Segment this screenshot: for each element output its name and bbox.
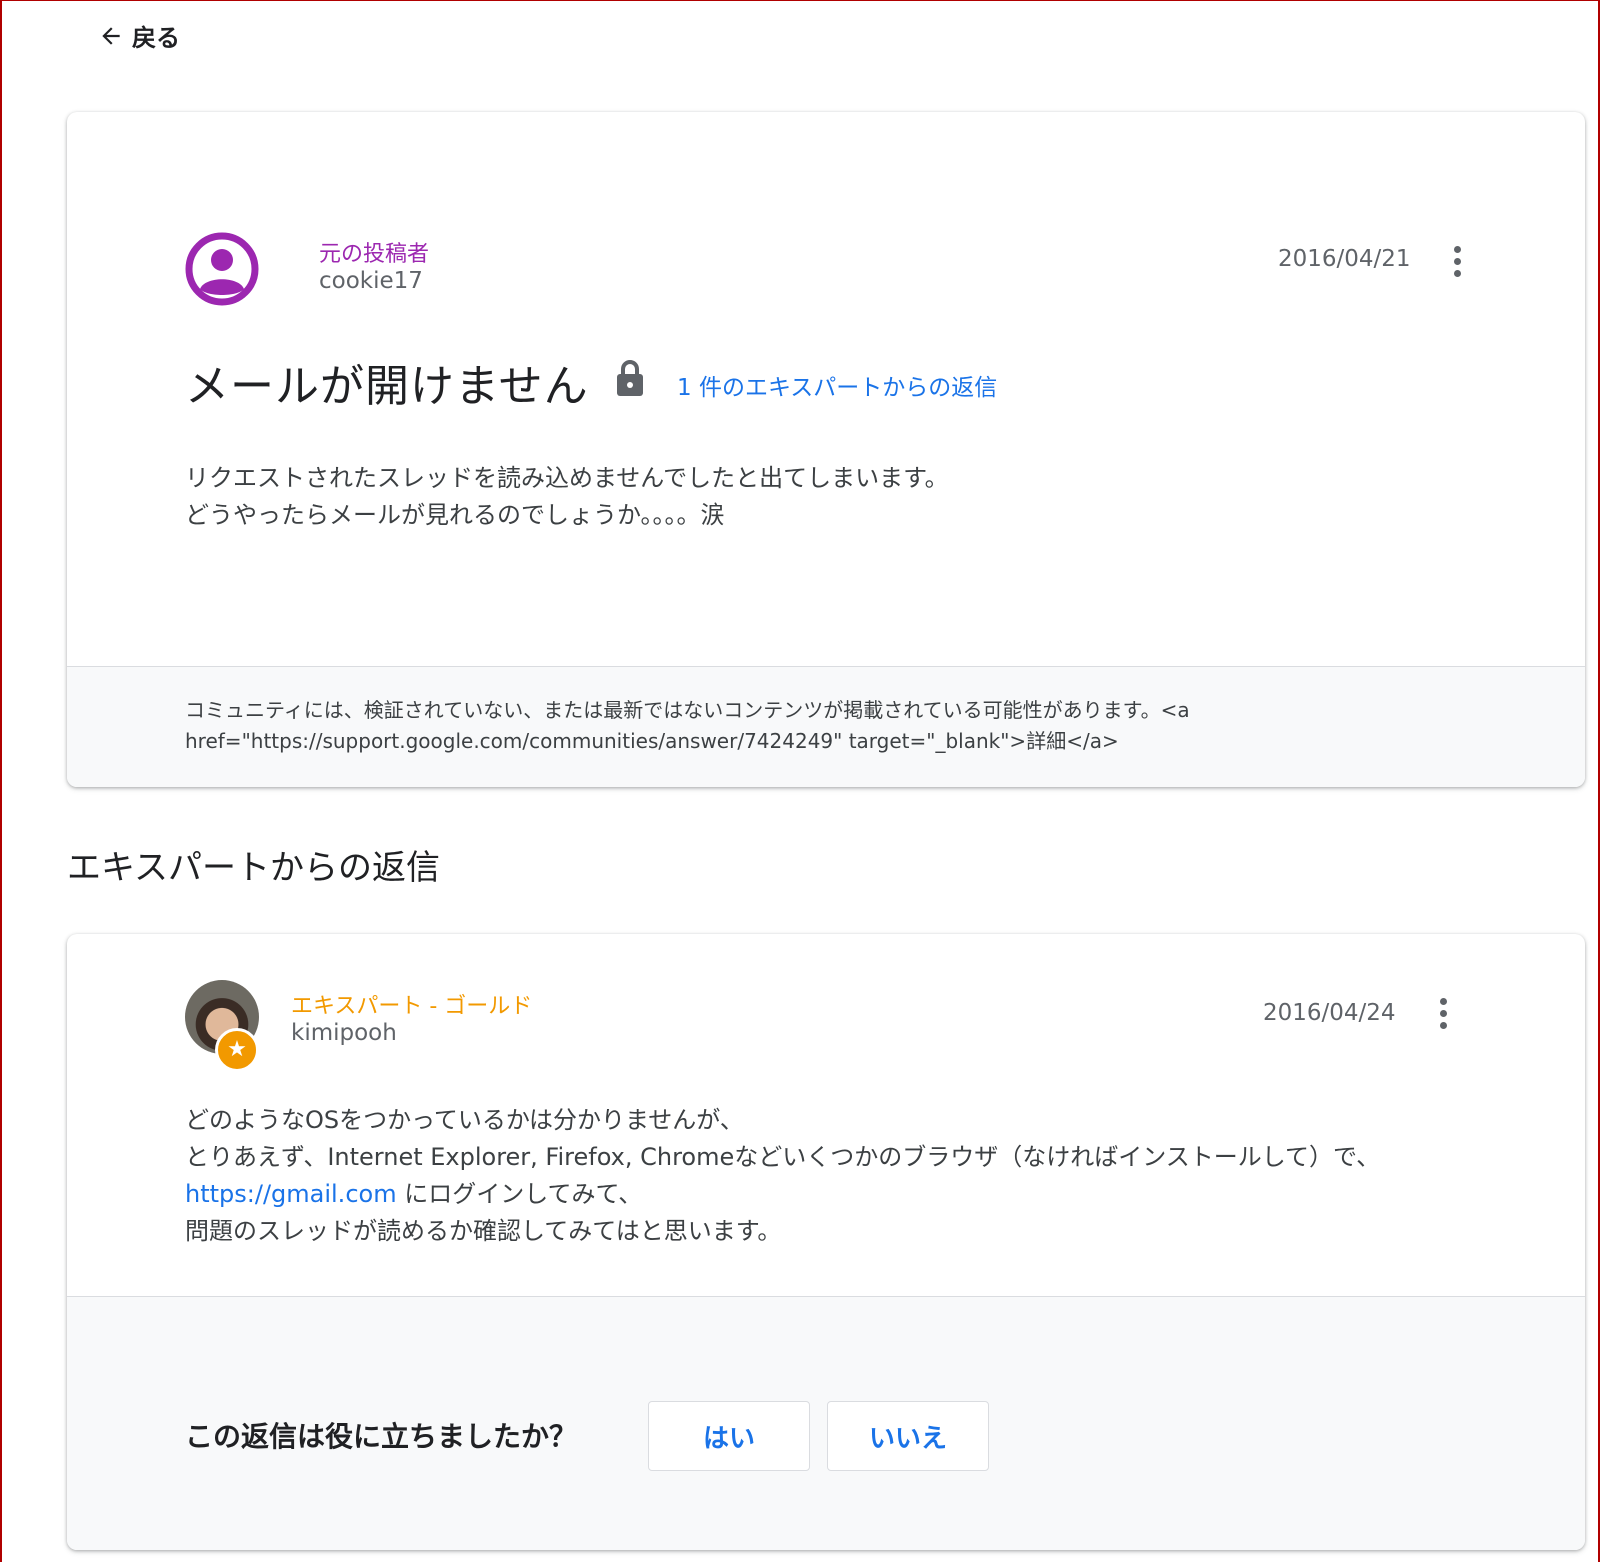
feedback-section: この返信は役に立ちましたか？ はい いいえ (67, 1296, 1585, 1550)
more-vert-icon[interactable] (1451, 246, 1463, 280)
author-username[interactable]: kimipooh (291, 1020, 397, 1046)
back-arrow-icon (102, 26, 120, 45)
notice-line: href="https://support.google.com/communi… (185, 729, 1119, 753)
expert-reply-count-link[interactable]: 1 件のエキスパートからの返信 (677, 368, 997, 402)
author-role: 元の投稿者 (319, 242, 430, 267)
no-button[interactable]: いいえ (827, 1401, 989, 1471)
answer-body-line: https://gmail.com にログインしてみて、 (185, 1176, 1380, 1213)
answer-body-line: とりあえず、Internet Explorer, Firefox, Chrome… (185, 1143, 1381, 1171)
answer-body-line: 問題のスレッドが読めるか確認してみてはと思います。 (185, 1217, 782, 1245)
thread-title: メールが開けません (185, 361, 589, 412)
answer-card: ★ エキスパート - ゴールド kimipooh 2016/04/24 どのよう… (67, 934, 1585, 1550)
author-username[interactable]: cookie17 (319, 268, 423, 294)
notice-text: コミュニティには、検証されていない、または最新ではないコンテンツが掲載されている… (185, 695, 1385, 757)
question-body: リクエストされたスレッドを読み込めませんでしたと出てしまいます。 どうやったらメ… (185, 460, 949, 534)
community-notice: コミュニティには、検証されていない、または最新ではないコンテンツが掲載されている… (67, 666, 1585, 787)
author-role: エキスパート - ゴールド (291, 994, 533, 1019)
post-date: 2016/04/24 (1263, 1000, 1396, 1026)
more-vert-icon[interactable] (1437, 998, 1449, 1032)
post-date: 2016/04/21 (1278, 246, 1411, 272)
answer-body: どのようなOSをつかっているかは分かりませんが、 とりあえず、Internet … (185, 1102, 1380, 1250)
avatar-icon (185, 232, 259, 306)
back-button[interactable]: 戻る (98, 18, 180, 53)
lock-icon (617, 360, 643, 396)
gmail-link[interactable]: https://gmail.com (185, 1180, 397, 1208)
question-card: 元の投稿者 cookie17 2016/04/21 メールが開けません 1 件の… (67, 112, 1585, 787)
yes-button[interactable]: はい (648, 1401, 810, 1471)
notice-line: コミュニティには、検証されていない、または最新ではないコンテンツが掲載されている… (185, 698, 1190, 722)
answer-body-line: どのようなOSをつかっているかは分かりませんが、 (185, 1106, 744, 1134)
expert-replies-heading: エキスパートからの返信 (67, 848, 440, 888)
feedback-question: この返信は役に立ちましたか？ (185, 1420, 578, 1453)
back-label: 戻る (132, 24, 180, 52)
question-body-line: どうやったらメールが見れるのでしょうか。。。。涙 (185, 501, 725, 529)
question-body-line: リクエストされたスレッドを読み込めませんでしたと出てしまいます。 (185, 464, 949, 492)
star-icon: ★ (215, 1028, 259, 1072)
answer-body-text: にログインしてみて、 (396, 1180, 643, 1208)
